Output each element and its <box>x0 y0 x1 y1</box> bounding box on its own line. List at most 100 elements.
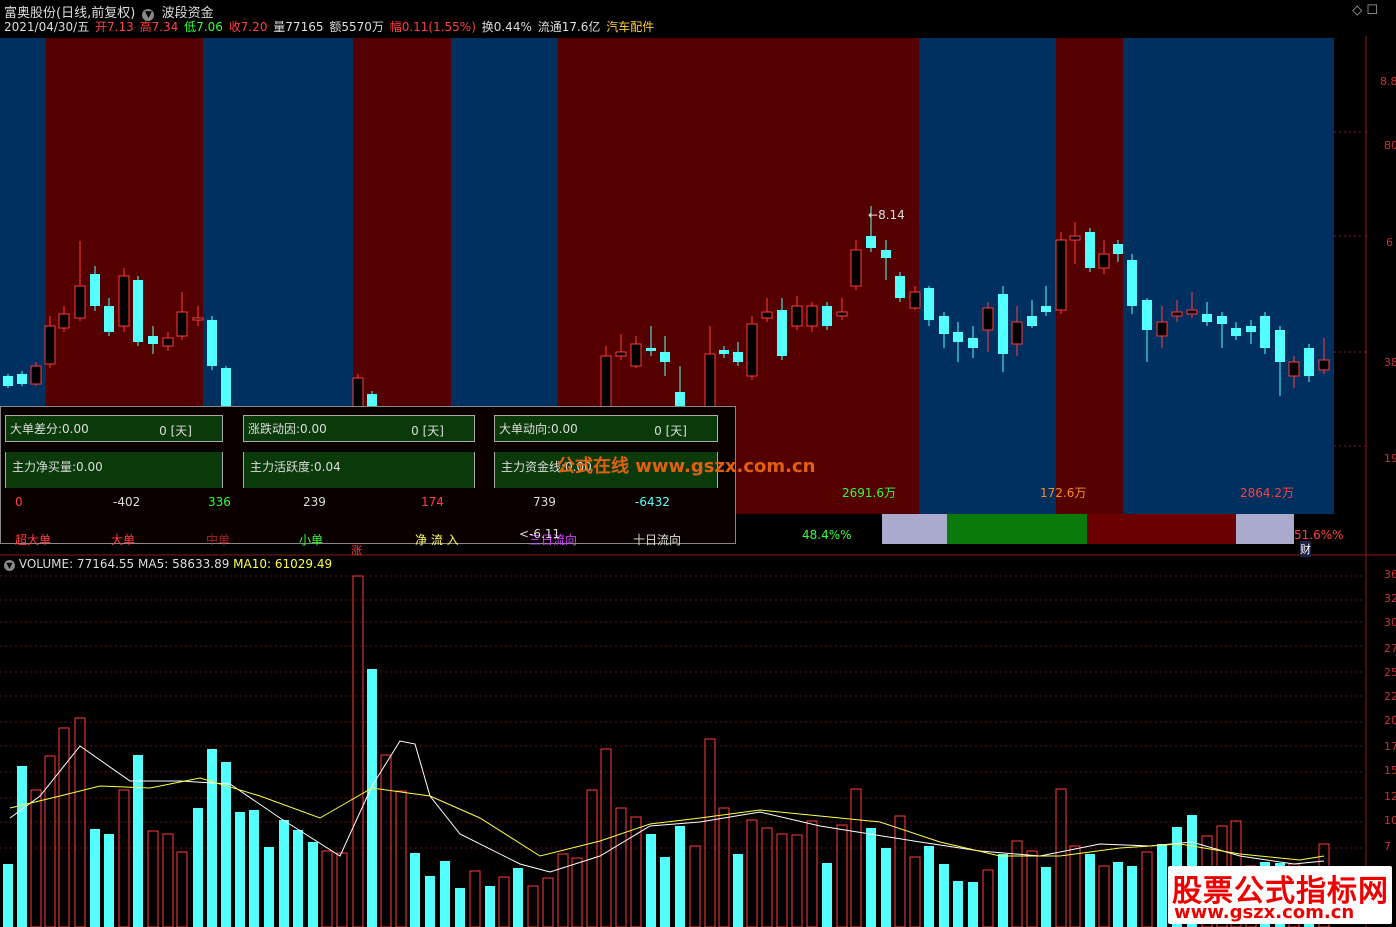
main-activity-box[interactable]: 主力活跃度:0.04 <box>243 452 475 488</box>
volume-bar <box>469 870 481 927</box>
volume-bars <box>3 575 1330 927</box>
high-label: 高7.34 <box>139 20 179 34</box>
candle-body <box>58 313 70 329</box>
ma5-value: MA5: 58633.89 <box>138 557 230 571</box>
volume-bar <box>118 789 130 927</box>
candle-body <box>90 274 100 306</box>
candle-body <box>1288 361 1300 377</box>
candle-body <box>3 376 13 386</box>
ma10-value: MA10: 61029.49 <box>233 557 333 571</box>
candle-body <box>791 305 803 327</box>
price-tick-3: 6 <box>1386 236 1393 249</box>
panel-watermark: 公式在线 www.gszx.com.cn <box>557 456 816 477</box>
strip-segment <box>947 514 1087 544</box>
volume-bar <box>630 816 642 927</box>
candle-body <box>1069 235 1081 241</box>
sector-label[interactable]: 汽车配件 <box>606 20 654 34</box>
candle-body <box>104 306 114 332</box>
chevron-down-icon[interactable]: ▼ <box>4 560 15 571</box>
volume-bar <box>455 888 465 927</box>
candle-body <box>660 352 670 362</box>
candle-body <box>924 288 934 320</box>
volume-title: ▼ VOLUME: 77164.55 MA5: 58633.89 MA10: 6… <box>4 557 332 571</box>
volume-bar <box>761 827 773 927</box>
overlay-arrow-value: <-6.11 <box>519 527 561 541</box>
volume-bar <box>894 815 906 927</box>
num-super: 0 <box>15 495 23 509</box>
volume-tick: 30 <box>1384 616 1396 629</box>
volume-bar <box>646 834 656 927</box>
num-10day: -6432 <box>635 495 670 509</box>
rise-fall-cause: 涨跌动因:0.00 <box>248 422 327 436</box>
volume-bar <box>718 807 730 927</box>
pct-label-2: 51.6%% <box>1294 528 1344 542</box>
candle-body <box>1098 253 1110 269</box>
big-order-diff-days: 0 [天] <box>159 424 192 438</box>
volume-bar <box>733 854 743 927</box>
ohlc-line: 2021/04/30/五 开7.13 高7.34 低7.06 收7.20 量77… <box>4 18 656 35</box>
volume-bar <box>924 846 934 927</box>
volume-tick: 12 <box>1384 790 1396 803</box>
legend-super: 超大单 <box>15 533 52 547</box>
candle-body <box>850 249 862 287</box>
fund-flow-panel: 大单差分:0.00 0 [天] 涨跌动因:0.00 0 [天] 大单动向:0.0… <box>0 406 815 547</box>
num-net: 174 <box>421 495 444 509</box>
candle-body <box>1217 316 1227 324</box>
volume-bar <box>866 828 876 927</box>
volume-bar <box>1085 854 1095 927</box>
zone-band <box>1123 38 1334 514</box>
candle-body <box>719 350 729 354</box>
candle-body <box>207 320 217 366</box>
volume-bar <box>44 755 56 927</box>
volume-bar <box>689 845 701 927</box>
zone-label-c: 2864.2万 <box>1240 486 1294 500</box>
big-order-trend: 大单动向:0.00 <box>499 422 578 436</box>
volume-bar <box>836 824 848 927</box>
candle-body <box>1318 359 1330 371</box>
big-order-trend-box[interactable]: 大单动向:0.00 0 [天] <box>494 415 718 442</box>
volume-bar <box>1157 844 1167 927</box>
big-order-diff-box[interactable]: 大单差分:0.00 0 [天] <box>5 415 223 442</box>
volume-bar <box>806 820 818 927</box>
rise-fall-cause-box[interactable]: 涨跌动因:0.00 0 [天] <box>243 415 475 442</box>
volume-tick: 15 <box>1384 764 1396 777</box>
candle-body <box>806 305 818 327</box>
volume-bar <box>998 854 1008 927</box>
main-activity: 主力活跃度:0.04 <box>250 460 341 474</box>
candle-body <box>148 336 158 344</box>
volume-bar <box>193 808 203 927</box>
candle-body <box>822 306 832 326</box>
volume-bar <box>235 812 245 927</box>
volume-bar <box>881 848 891 927</box>
strip-segment <box>882 514 947 544</box>
candle-body <box>1085 232 1095 268</box>
candle-body <box>1011 321 1023 345</box>
volume-bar <box>982 869 994 927</box>
volume-tick: 20 <box>1384 714 1396 727</box>
volume-tick: 7 <box>1384 840 1391 853</box>
main-net-buy: 主力净买量:0.00 <box>12 460 103 474</box>
volume-bar <box>660 857 670 927</box>
window-controls[interactable]: ◇ ☐ <box>1352 3 1378 18</box>
legend-10day: 十日流向 <box>633 533 682 547</box>
volume-bar <box>264 847 274 927</box>
volume-bar <box>58 727 70 927</box>
volume-bar <box>104 834 114 927</box>
main-net-buy-box[interactable]: 主力净买量:0.00 <box>5 452 223 488</box>
volume-bar <box>1069 845 1081 927</box>
close-label: 收7.20 <box>228 20 268 34</box>
cai-marker[interactable]: 财 <box>1300 541 1311 557</box>
volume-bar <box>440 861 450 927</box>
volume-bar <box>367 669 377 927</box>
big-order-diff: 大单差分:0.00 <box>10 422 89 436</box>
zone-label-a: 2691.6万 <box>842 486 896 500</box>
volume-bar <box>822 863 832 927</box>
zone-label-b: 172.6万 <box>1040 486 1087 500</box>
candle-body <box>118 275 130 327</box>
volume-bar <box>557 853 569 927</box>
num-small: 239 <box>303 495 326 509</box>
date-label: 2021/04/30/五 <box>4 20 90 34</box>
candle-body <box>176 311 188 337</box>
rise-fall-cause-days: 0 [天] <box>411 424 444 438</box>
legend-net: 净 流 入 <box>415 533 459 547</box>
